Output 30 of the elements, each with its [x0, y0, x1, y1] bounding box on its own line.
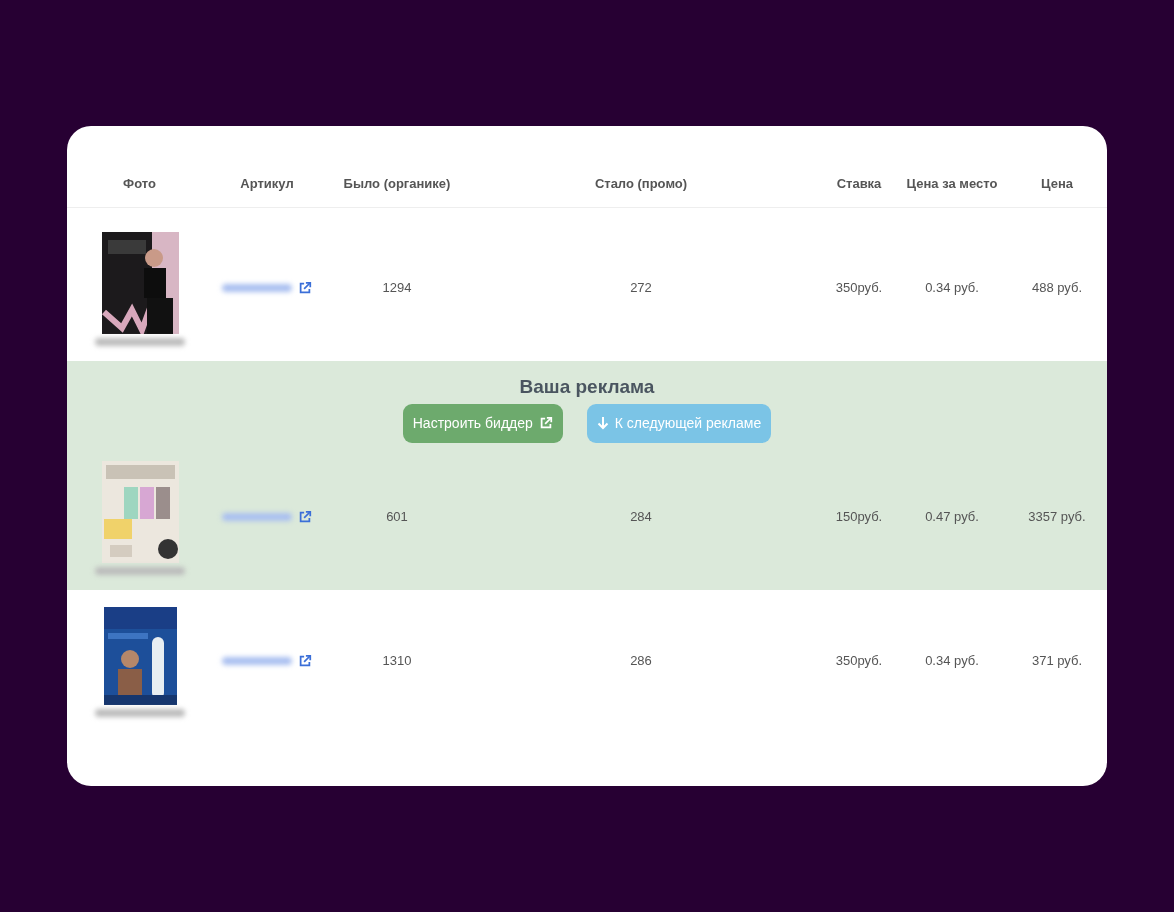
table-cell: 350руб.: [835, 652, 883, 668]
table-cell: 601: [386, 508, 408, 524]
table-cell: 1294: [382, 280, 412, 296]
external-link-icon: [538, 416, 553, 430]
column-header: Было (органике): [333, 160, 461, 207]
table-cell: 3357 руб.: [1028, 508, 1086, 524]
column-header: Цена за место: [897, 160, 1007, 207]
table-cell: 286: [630, 652, 652, 668]
column-header: Стало (промо): [461, 160, 821, 207]
next-ad-button[interactable]: К следующей рекламе: [586, 403, 772, 443]
bidder-button[interactable]: Настроить биддер: [402, 403, 563, 443]
column-header: Цена: [1007, 160, 1107, 207]
column-header: Фото: [67, 160, 201, 207]
column-header: Артикул: [201, 160, 333, 207]
table-cell: 371 руб.: [1031, 652, 1083, 668]
table-cell: 150руб.: [835, 508, 883, 524]
table-cell: 488 руб.: [1031, 280, 1083, 296]
down-arrow-icon: [596, 416, 609, 430]
table-cell: 284: [630, 508, 652, 524]
table-cell: 0.47 руб.: [925, 508, 979, 524]
column-header: Ставка: [821, 160, 897, 207]
table-cell: 272: [630, 280, 652, 296]
external-link-icon[interactable]: [298, 281, 312, 296]
table-cell: 0.34 руб.: [925, 280, 979, 296]
external-link-icon[interactable]: [298, 509, 312, 524]
banner-title: Ваша реклама: [518, 375, 656, 399]
external-link-icon[interactable]: [298, 653, 312, 668]
table-cell: 0.34 руб.: [925, 652, 979, 668]
table-cell: 350руб.: [835, 280, 883, 296]
table-cell: 1310: [382, 652, 412, 668]
